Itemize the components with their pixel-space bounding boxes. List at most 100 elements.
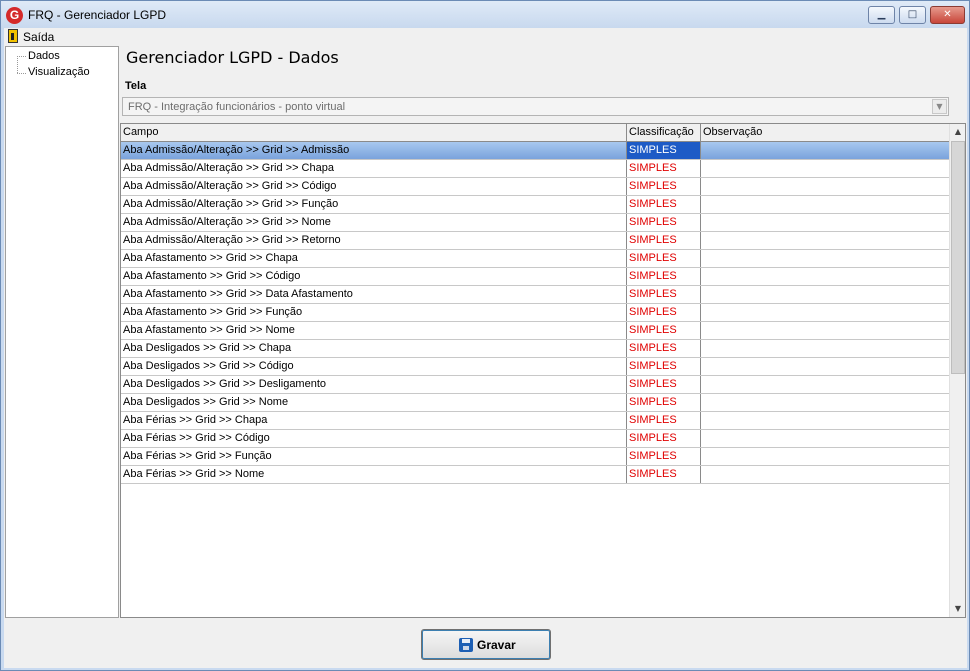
navigation-tree: Dados Visualização [5, 46, 119, 618]
cell-campo[interactable]: Aba Férias >> Grid >> Chapa [121, 412, 627, 429]
chevron-down-icon[interactable]: ▼ [932, 99, 947, 114]
app-window: G FRQ - Gerenciador LGPD ▁ □ ✕ Saída Dad… [0, 0, 970, 671]
scroll-thumb[interactable] [951, 141, 965, 374]
column-header-observacao[interactable]: Observação [701, 124, 950, 141]
cell-classificacao[interactable]: SIMPLES [627, 232, 701, 249]
cell-campo[interactable]: Aba Férias >> Grid >> Função [121, 448, 627, 465]
cell-observacao[interactable] [701, 358, 950, 375]
table-row[interactable]: Aba Admissão/Alteração >> Grid >> Chapa S… [121, 160, 950, 178]
cell-observacao[interactable] [701, 196, 950, 213]
cell-campo[interactable]: Aba Desligados >> Grid >> Chapa [121, 340, 627, 357]
table-row[interactable]: Aba Férias >> Grid >> Código SIMPLES [121, 430, 950, 448]
cell-observacao[interactable] [701, 178, 950, 195]
cell-classificacao[interactable]: SIMPLES [627, 322, 701, 339]
cell-campo[interactable]: Aba Admissão/Alteração >> Grid >> Função [121, 196, 627, 213]
cell-observacao[interactable] [701, 232, 950, 249]
cell-observacao[interactable] [701, 322, 950, 339]
table-row[interactable]: Aba Desligados >> Grid >> Desligamento SI… [121, 376, 950, 394]
cell-classificacao[interactable]: SIMPLES [627, 214, 701, 231]
cell-campo[interactable]: Aba Férias >> Grid >> Nome [121, 466, 627, 483]
scroll-up-icon[interactable]: ▲ [950, 124, 966, 140]
cell-campo[interactable]: Aba Admissão/Alteração >> Grid >> Chapa [121, 160, 627, 177]
cell-campo[interactable]: Aba Afastamento >> Grid >> Código [121, 268, 627, 285]
table-row[interactable]: Aba Afastamento >> Grid >> Data Afastame… [121, 286, 950, 304]
tree-item-visualizacao[interactable]: Visualização [28, 66, 90, 78]
tree-item-dados[interactable]: Dados [28, 50, 60, 62]
minimize-button[interactable]: ▁ [868, 6, 895, 24]
cell-campo[interactable]: Aba Admissão/Alteração >> Grid >> Código [121, 178, 627, 195]
cell-observacao[interactable] [701, 340, 950, 357]
exit-door-icon[interactable] [8, 29, 18, 43]
cell-classificacao[interactable]: SIMPLES [627, 250, 701, 267]
table-row[interactable]: Aba Férias >> Grid >> Chapa SIMPLES [121, 412, 950, 430]
cell-campo[interactable]: Aba Desligados >> Grid >> Código [121, 358, 627, 375]
table-row[interactable]: Aba Desligados >> Grid >> Nome SIMPLES [121, 394, 950, 412]
cell-observacao[interactable] [701, 160, 950, 177]
cell-classificacao[interactable]: SIMPLES [627, 376, 701, 393]
cell-campo[interactable]: Aba Afastamento >> Grid >> Chapa [121, 250, 627, 267]
cell-classificacao[interactable]: SIMPLES [627, 160, 701, 177]
cell-campo[interactable]: Aba Afastamento >> Grid >> Função [121, 304, 627, 321]
cell-classificacao[interactable]: SIMPLES [627, 286, 701, 303]
cell-observacao[interactable] [701, 448, 950, 465]
cell-classificacao[interactable]: SIMPLES [627, 268, 701, 285]
cell-classificacao[interactable]: SIMPLES [627, 178, 701, 195]
cell-observacao[interactable] [701, 376, 950, 393]
table-row[interactable]: Aba Admissão/Alteração >> Grid >> Admiss… [121, 142, 950, 160]
table-row[interactable]: Aba Férias >> Grid >> Nome SIMPLES [121, 466, 950, 484]
cell-classificacao[interactable]: SIMPLES [627, 430, 701, 447]
cell-classificacao[interactable]: SIMPLES [627, 304, 701, 321]
menu-item-exit[interactable]: Saída [23, 30, 54, 44]
cell-campo[interactable]: Aba Admissão/Alteração >> Grid >> Nome [121, 214, 627, 231]
page-title: Gerenciador LGPD - Dados [126, 48, 339, 67]
table-row[interactable]: Aba Férias >> Grid >> Função SIMPLES [121, 448, 950, 466]
cell-observacao[interactable] [701, 304, 950, 321]
cell-observacao[interactable] [701, 250, 950, 267]
cell-classificacao[interactable]: SIMPLES [627, 448, 701, 465]
cell-campo[interactable]: Aba Afastamento >> Grid >> Data Afastame… [121, 286, 627, 303]
cell-classificacao[interactable]: SIMPLES [627, 358, 701, 375]
cell-campo[interactable]: Aba Desligados >> Grid >> Nome [121, 394, 627, 411]
cell-observacao[interactable] [701, 142, 950, 159]
scroll-down-icon[interactable]: ▼ [950, 601, 966, 617]
cell-observacao[interactable] [701, 466, 950, 483]
table-row[interactable]: Aba Afastamento >> Grid >> Nome SIMPLES [121, 322, 950, 340]
table-row[interactable]: Aba Desligados >> Grid >> Código SIMPLES [121, 358, 950, 376]
cell-observacao[interactable] [701, 412, 950, 429]
table-row[interactable]: Aba Desligados >> Grid >> Chapa SIMPLES [121, 340, 950, 358]
close-icon: ✕ [943, 9, 952, 20]
cell-observacao[interactable] [701, 394, 950, 411]
cell-observacao[interactable] [701, 286, 950, 303]
cell-classificacao[interactable]: SIMPLES [627, 466, 701, 483]
vertical-scrollbar[interactable]: ▲ ▼ [949, 124, 965, 617]
cell-observacao[interactable] [701, 268, 950, 285]
cell-classificacao[interactable]: SIMPLES [627, 412, 701, 429]
table-row[interactable]: Aba Admissão/Alteração >> Grid >> Função… [121, 196, 950, 214]
cell-observacao[interactable] [701, 214, 950, 231]
tela-select[interactable]: FRQ - Integração funcionários - ponto vi… [122, 97, 949, 116]
maximize-button[interactable]: □ [899, 6, 926, 24]
table-row[interactable]: Aba Afastamento >> Grid >> Código SIMPLES [121, 268, 950, 286]
table-row[interactable]: Aba Admissão/Alteração >> Grid >> Nome SI… [121, 214, 950, 232]
cell-campo[interactable]: Aba Admissão/Alteração >> Grid >> Retorn… [121, 232, 627, 249]
cell-campo[interactable]: Aba Afastamento >> Grid >> Nome [121, 322, 627, 339]
cell-classificacao[interactable]: SIMPLES [627, 340, 701, 357]
column-header-classificacao[interactable]: Classificação [627, 124, 701, 141]
table-row[interactable]: Aba Admissão/Alteração >> Grid >> Retorn… [121, 232, 950, 250]
close-button[interactable]: ✕ [930, 6, 965, 24]
cell-classificacao[interactable]: SIMPLES [627, 196, 701, 213]
column-header-campo[interactable]: Campo [121, 124, 627, 141]
cell-campo[interactable]: Aba Férias >> Grid >> Código [121, 430, 627, 447]
title-bar[interactable]: G FRQ - Gerenciador LGPD ▁ □ ✕ [1, 1, 969, 29]
tela-select-value: FRQ - Integração funcionários - ponto vi… [128, 101, 346, 113]
cell-observacao[interactable] [701, 430, 950, 447]
table-row[interactable]: Aba Afastamento >> Grid >> Função SIMPLES [121, 304, 950, 322]
cell-classificacao[interactable]: SIMPLES [627, 394, 701, 411]
cell-campo[interactable]: Aba Admissão/Alteração >> Grid >> Admiss… [121, 142, 627, 159]
save-button[interactable]: Gravar [421, 629, 551, 660]
cell-campo[interactable]: Aba Desligados >> Grid >> Desligamento [121, 376, 627, 393]
table-row[interactable]: Aba Afastamento >> Grid >> Chapa SIMPLES [121, 250, 950, 268]
app-logo-icon: G [6, 7, 23, 24]
cell-classificacao[interactable]: SIMPLES [627, 142, 701, 159]
table-row[interactable]: Aba Admissão/Alteração >> Grid >> Código… [121, 178, 950, 196]
